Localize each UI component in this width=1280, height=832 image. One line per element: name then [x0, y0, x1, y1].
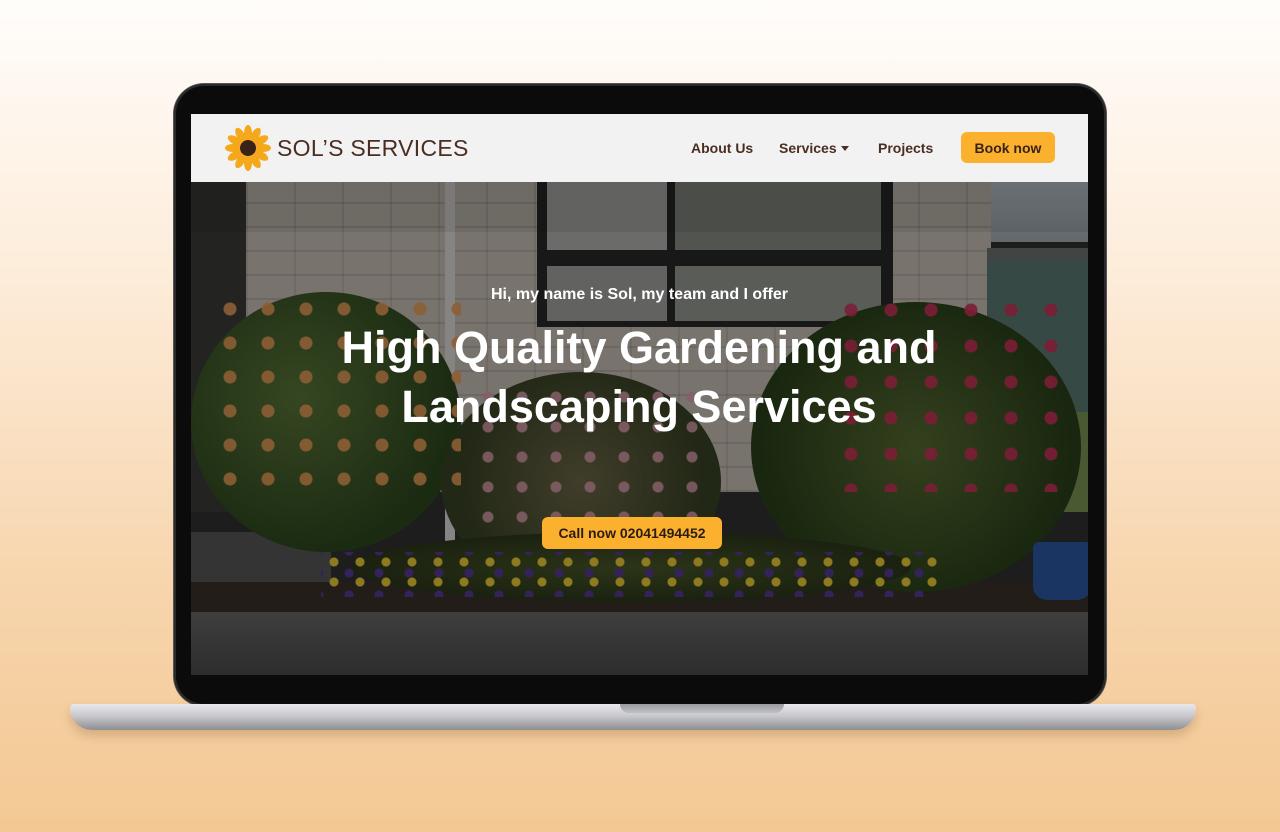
brand-name[interactable]: SOL’S SERVICES [277, 135, 469, 162]
hero-intro-text: Hi, my name is Sol, my team and I offer [491, 286, 788, 303]
nav-projects[interactable]: Projects [878, 140, 933, 156]
hero-headline: High Quality Gardening and Landscaping S… [341, 322, 937, 432]
hero-section: Hi, my name is Sol, my team and I offer … [191, 182, 1088, 675]
nav-about-us[interactable]: About Us [691, 140, 753, 156]
chevron-down-icon[interactable] [841, 146, 849, 151]
nav-services[interactable]: Services [779, 140, 837, 156]
site-header: SOL’S SERVICES About Us Services Project… [191, 114, 1088, 182]
book-now-button[interactable]: Book now [961, 132, 1055, 163]
laptop-notch [620, 704, 784, 713]
website-screen: SOL’S SERVICES About Us Services Project… [191, 114, 1088, 675]
hero-top-band [191, 182, 1088, 232]
sunflower-icon[interactable] [225, 125, 271, 171]
laptop-base [70, 704, 1196, 730]
call-now-button[interactable]: Call now 02041494452 [542, 517, 722, 549]
